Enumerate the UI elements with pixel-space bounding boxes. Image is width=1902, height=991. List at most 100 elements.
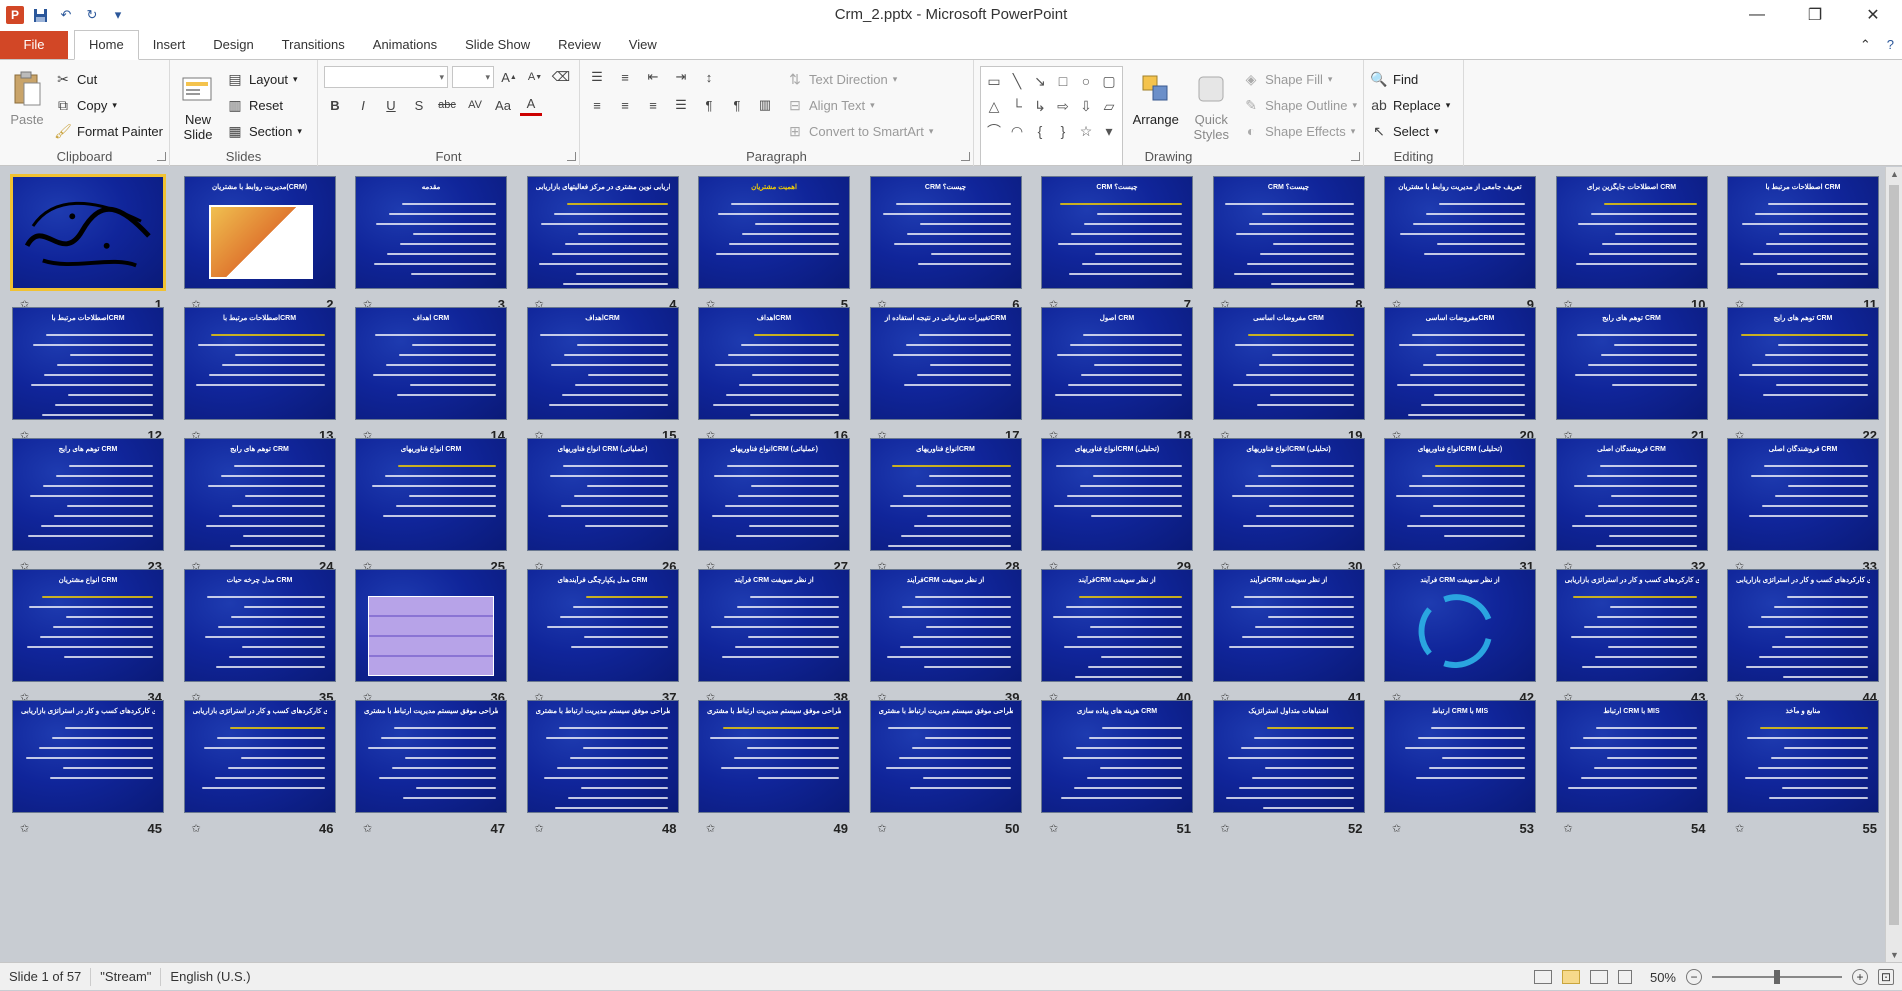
tab-design[interactable]: Design [199,31,267,59]
bold-icon[interactable]: B [324,94,346,116]
slide-thumbnail-item[interactable]: مدل یکپارچه سازی کارکردهای کسب و کار در … [8,696,168,846]
line-spacing-icon[interactable]: ↕ [698,66,720,88]
tab-review[interactable]: Review [544,31,615,59]
transition-star-icon[interactable]: ✩ [1049,822,1058,835]
zoom-slider[interactable] [1712,970,1842,984]
brace-right-icon[interactable]: } [1052,119,1074,143]
slide-thumbnail-item[interactable]: ارتباط CRM با MIS ✩ 54 [1552,696,1712,846]
slide-preview[interactable]: CRM چیست؟ [869,176,1022,289]
align-left-icon[interactable]: ≡ [586,94,608,116]
right-arrow-shape-icon[interactable]: ⇨ [1052,94,1074,118]
slide-thumbnail-item[interactable]: انواع فناوریهایCRM ✩ 28 [866,434,1026,584]
slide-thumbnail-item[interactable]: فرآیند CRM از نظر سویفت ✩ 38 [694,565,854,715]
slide-preview[interactable]: گامهای طراحی موفق سیستم مدیریت ارتباط با… [869,700,1022,813]
slide-thumbnail-item[interactable]: ✩ 1 [8,172,168,322]
slide-thumbnail-item[interactable]: منابع و مآخذ ✩ 55 [1723,696,1883,846]
replace-button[interactable]: ab Replace ▾ [1370,92,1457,118]
section-button[interactable]: ▦ Section ▾ [226,118,302,144]
slide-preview[interactable]: انواع فناوریهایCRM (عملیاتی) [698,438,850,551]
slide-preview[interactable]: اهداف CRM [355,307,507,420]
font-size-combo[interactable]: ▾ [452,66,494,88]
minimize-icon[interactable]: — [1728,0,1786,30]
slide-preview[interactable]: اصطلاحات مرتبط با CRM [1727,176,1879,289]
italic-icon[interactable]: I [352,94,374,116]
slide-thumbnail-item[interactable]: CRM چیست؟ ✩ 7 [1037,172,1197,322]
slide-preview[interactable]: مدل چرخه حیات CRM [183,569,336,682]
transition-star-icon[interactable]: ✩ [1735,822,1744,835]
arc-shape-icon[interactable]: ◠ [1006,119,1028,143]
help-icon[interactable]: ? [1879,31,1902,59]
slide-thumbnail-item[interactable]: گامهای طراحی موفق سیستم مدیریت ارتباط با… [523,696,683,846]
strikethrough-icon[interactable]: abc [436,94,458,116]
slide-preview[interactable]: توهم های رایج CRM [1727,307,1879,420]
slide-thumbnail-item[interactable]: انواع فناوریهایCRM (تحلیلی) ✩ 29 [1037,434,1197,584]
slide-thumbnail-item[interactable]: گامهای طراحی موفق سیستم مدیریت ارتباط با… [866,696,1026,846]
transition-star-icon[interactable]: ✩ [363,822,372,835]
slide-preview[interactable]: CRM چیست؟ [1212,176,1365,289]
close-icon[interactable]: ✕ [1844,0,1902,30]
minimize-ribbon-icon[interactable]: ⌃ [1852,31,1879,59]
numbering-icon[interactable]: ≡ [614,66,636,88]
ltr-icon[interactable]: ¶ [726,94,748,116]
slide-thumbnail-item[interactable]: توهم های رایج CRM ✩ 23 [8,434,168,584]
slide-thumbnail-item[interactable]: اهدافCRM ✩ 15 [523,303,683,453]
copy-button[interactable]: ⧉ Copy ▾ [54,92,163,118]
slide-preview[interactable]: گامهای طراحی موفق سیستم مدیریت ارتباط با… [355,700,507,813]
slide-thumbnail-item[interactable]: مدل یکپارچه سازی کارکردهای کسب و کار در … [1723,565,1883,715]
shape-effects-button[interactable]: ◐ Shape Effects ▾ [1242,118,1357,144]
slide-preview[interactable]: مدل یکپارچه سازی کارکردهای کسب و کار در … [12,700,164,813]
columns-icon[interactable]: ▥ [754,94,776,116]
transition-star-icon[interactable]: ✩ [878,822,887,835]
slide-thumbnail-item[interactable]: اهداف CRM ✩ 14 [351,303,511,453]
reset-button[interactable]: ▥ Reset [226,92,302,118]
slide-preview[interactable]: منابع و مآخذ [1727,700,1879,813]
fit-slide-icon[interactable]: ⊡ [1878,969,1894,985]
slide-thumbnail-item[interactable]: اهدافCRM ✩ 16 [694,303,854,453]
slide-preview[interactable]: فرآیندCRM از نظر سویفت [1212,569,1365,682]
slide-thumbnail-item[interactable]: مفروضات اساسی CRM ✩ 19 [1209,303,1369,453]
slide-preview[interactable]: اشتباهات متداول استراتژیک [1212,700,1365,813]
drawing-launcher-icon[interactable] [1351,152,1360,161]
vertical-scrollbar[interactable]: ▲ ▼ [1885,167,1902,962]
bullets-icon[interactable]: ☰ [586,66,608,88]
zoom-slider-thumb[interactable] [1774,970,1780,984]
callout-shape-icon[interactable]: ▱ [1098,94,1120,118]
slide-preview[interactable]: مفروضات اساسی CRM [1212,307,1365,420]
arrow-shape-icon[interactable]: ↘ [1029,69,1051,93]
slide-thumbnail-item[interactable]: گامهای طراحی موفق سیستم مدیریت ارتباط با… [351,696,511,846]
increase-indent-icon[interactable]: ⇥ [670,66,692,88]
slide-preview[interactable]: مقدمه [355,176,507,289]
text-direction-button[interactable]: ⇅ Text Direction ▾ [786,66,933,92]
cut-button[interactable]: ✂ Cut [54,66,163,92]
line-shape-icon[interactable]: ╲ [1006,69,1028,93]
normal-view-icon[interactable] [1533,970,1552,984]
slide-preview[interactable]: انواع فناوریهای CRM (عملیاتی) [526,438,679,551]
zoom-level[interactable]: 50% [1650,970,1676,985]
slide-sorter-view-icon[interactable] [1561,970,1580,984]
slide-preview[interactable]: فرآیند CRM از نظر سویفت [1384,569,1536,682]
zoom-in-icon[interactable]: + [1852,969,1868,985]
tab-animations[interactable]: Animations [359,31,451,59]
slide-preview[interactable]: گامهای طراحی موفق سیستم مدیریت ارتباط با… [698,700,850,813]
justify-icon[interactable]: ☰ [670,94,692,116]
tab-slide-show[interactable]: Slide Show [451,31,544,59]
slide-preview[interactable]: بازاریابی نوین مشتری در مرکز فعالیتهای ب… [526,176,679,289]
slide-thumbnail-item[interactable]: ارتباط CRM با MIS ✩ 53 [1380,696,1540,846]
slide-preview[interactable]: فرآیندCRM از نظر سویفت [869,569,1022,682]
grow-font-icon[interactable]: A ▲ [498,66,520,88]
slide-thumbnail-item[interactable]: توهم های رایج CRM ✩ 22 [1723,303,1883,453]
transition-star-icon[interactable]: ✩ [1564,822,1573,835]
slide-preview[interactable]: فروشندگان اصلی CRM [1727,438,1879,551]
tab-home[interactable]: Home [74,30,139,60]
slide-thumbnail-item[interactable]: انواع فناوریهای CRM ✩ 25 [351,434,511,584]
slide-sorter[interactable]: ✩ 1 مدیریت روابط با مشتریان(CRM) ✩ 2 مقدمه ✩ 3 ب… [0,167,1885,962]
text-box-shape-icon[interactable]: ▭ [983,69,1005,93]
transition-star-icon[interactable]: ✩ [1392,822,1401,835]
slide-thumbnail-item[interactable]: اهمیت مشتریان ✩ 5 [694,172,854,322]
slide-thumbnail-item[interactable]: CRM چیست؟ ✩ 6 [866,172,1026,322]
slide-preview[interactable]: اصطلاحات مرتبط باCRM [12,307,164,420]
slide-thumbnail-item[interactable]: CRM چیست؟ ✩ 8 [1209,172,1369,322]
slide-thumbnail-item[interactable]: انواع فناوریهایCRM (عملیاتی) ✩ 27 [694,434,854,584]
slide-thumbnail-item[interactable]: مدل یکپارچه سازی کارکردهای کسب و کار در … [180,696,340,846]
transition-star-icon[interactable]: ✩ [1221,822,1230,835]
